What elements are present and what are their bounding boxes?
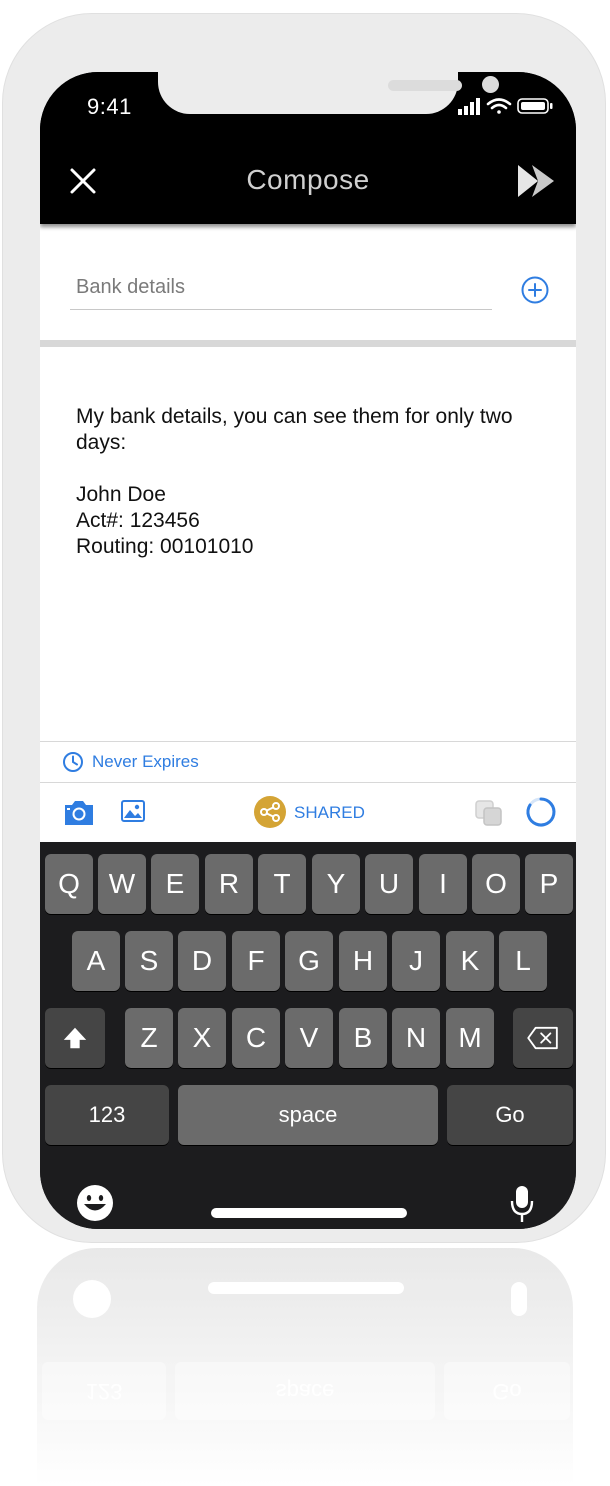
image-icon[interactable] (120, 798, 146, 824)
shift-icon (63, 1027, 87, 1049)
numbers-key[interactable]: 123 (45, 1085, 169, 1145)
key-o[interactable]: O (472, 854, 520, 914)
copy-icon[interactable] (474, 799, 504, 827)
attachment-toolbar: SHARED (40, 783, 576, 842)
section-divider (40, 340, 576, 347)
reflection-space-key: space (175, 1362, 435, 1420)
key-k[interactable]: K (446, 931, 494, 991)
wifi-icon (486, 98, 512, 114)
share-icon (260, 802, 280, 822)
reflection-microphone-icon (511, 1282, 527, 1316)
app-bar: Compose (40, 136, 576, 224)
compose-area: Bank details My bank details, you can se… (40, 224, 576, 842)
key-l[interactable]: L (499, 931, 547, 991)
phone-frame: 9:41 Compose Bank details My bank detail… (2, 13, 606, 1243)
key-x[interactable]: X (178, 1008, 226, 1068)
status-bar: 9:41 (40, 72, 576, 136)
message-line: John Doe (76, 483, 166, 506)
keyboard: Q W E R T Y U I O P A S D F G H J K L Z … (40, 842, 576, 1229)
key-n[interactable]: N (392, 1008, 440, 1068)
signal-icon (458, 98, 480, 115)
go-key[interactable]: Go (447, 1085, 573, 1145)
screen: 9:41 Compose Bank details My bank detail… (40, 72, 576, 1229)
key-j[interactable]: J (392, 931, 440, 991)
key-c[interactable]: C (232, 1008, 280, 1068)
emoji-icon[interactable] (76, 1184, 114, 1222)
key-q[interactable]: Q (45, 854, 93, 914)
add-recipient-icon[interactable] (520, 275, 550, 305)
backspace-icon (527, 1026, 558, 1050)
page-title: Compose (246, 164, 370, 195)
key-z[interactable]: Z (125, 1008, 173, 1068)
status-time: 9:41 (87, 94, 132, 119)
key-y[interactable]: Y (312, 854, 360, 914)
key-m[interactable]: M (446, 1008, 494, 1068)
key-d[interactable]: D (178, 931, 226, 991)
message-line: My bank details, you can see them for on… (76, 405, 513, 454)
progress-ring-icon (526, 797, 556, 827)
key-s[interactable]: S (125, 931, 173, 991)
key-a[interactable]: A (72, 931, 120, 991)
send-icon[interactable] (516, 162, 556, 200)
space-key[interactable]: space (178, 1085, 438, 1145)
message-body[interactable]: My bank details, you can see them for on… (76, 404, 536, 560)
expiry-row[interactable]: Never Expires (40, 741, 576, 783)
front-camera (482, 76, 499, 93)
shift-key[interactable] (45, 1008, 105, 1068)
key-e[interactable]: E (151, 854, 199, 914)
subject-field[interactable]: Bank details (70, 276, 492, 310)
reflection-go-key: Go (444, 1362, 570, 1420)
device-reflection: 123 space Go (37, 1248, 573, 1486)
reflection-numbers-key: 123 (42, 1362, 166, 1420)
status-icons (458, 98, 553, 115)
message-line: Routing: 00101010 (76, 535, 254, 558)
camera-icon[interactable] (62, 797, 96, 827)
reflection-emoji-icon (73, 1280, 111, 1318)
backspace-key[interactable] (513, 1008, 573, 1068)
reflection-home-indicator (208, 1282, 404, 1294)
key-g[interactable]: G (285, 931, 333, 991)
home-indicator[interactable] (211, 1208, 407, 1218)
key-v[interactable]: V (285, 1008, 333, 1068)
key-w[interactable]: W (98, 854, 146, 914)
key-i[interactable]: I (419, 854, 467, 914)
key-u[interactable]: U (365, 854, 413, 914)
notch (158, 72, 499, 114)
shared-icon[interactable] (254, 796, 286, 828)
key-p[interactable]: P (525, 854, 573, 914)
key-t[interactable]: T (258, 854, 306, 914)
battery-icon (517, 98, 553, 114)
key-b[interactable]: B (339, 1008, 387, 1068)
expiry-label: Never Expires (92, 752, 199, 771)
key-f[interactable]: F (232, 931, 280, 991)
key-r[interactable]: R (205, 854, 253, 914)
message-line: Act#: 123456 (76, 509, 200, 532)
clock-icon (63, 752, 83, 772)
microphone-icon[interactable] (510, 1184, 534, 1224)
key-h[interactable]: H (339, 931, 387, 991)
speaker (388, 80, 462, 91)
shared-label[interactable]: SHARED (294, 803, 365, 823)
